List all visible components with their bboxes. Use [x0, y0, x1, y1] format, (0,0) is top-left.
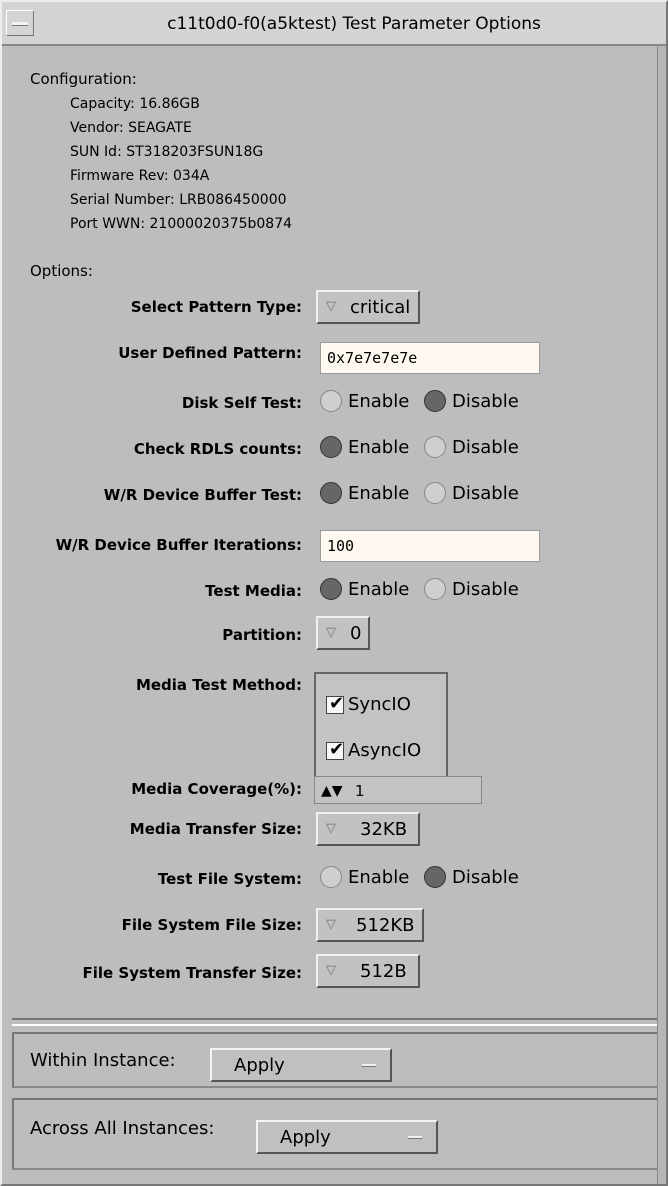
user-defined-pattern-label: User Defined Pattern: [118, 344, 302, 362]
wr-device-buffer-test-disable-radio[interactable] [424, 482, 446, 504]
configuration-heading: Configuration: [30, 70, 137, 88]
file-system-file-size-label: File System File Size: [121, 916, 302, 934]
media-test-method-group: ✔ SyncIO ✔ AsyncIO [314, 672, 448, 790]
capacity-text: Capacity: 16.86GB [70, 96, 200, 112]
vertical-scrollbar[interactable] [657, 46, 666, 1184]
test-parameter-options-window: c11t0d0-f0(a5ktest) Test Parameter Optio… [0, 0, 668, 1186]
serial-number-text: Serial Number: LRB086450000 [70, 192, 287, 208]
test-file-system-enable-label: Enable [348, 866, 410, 888]
file-system-transfer-size-menu[interactable]: ▽ 512B [316, 954, 420, 988]
vendor-text: Vendor: SEAGATE [70, 120, 192, 136]
across-all-instances-apply-label: Apply [280, 1126, 331, 1148]
option-menu-icon [408, 1135, 422, 1139]
window-title: c11t0d0-f0(a5ktest) Test Parameter Optio… [167, 14, 541, 34]
user-defined-pattern-input[interactable]: 0x7e7e7e7e [320, 342, 540, 374]
media-coverage-spinbox[interactable]: ▲▼ 1 [314, 776, 482, 804]
media-transfer-size-label: Media Transfer Size: [129, 820, 302, 838]
test-file-system-disable-label: Disable [452, 866, 519, 888]
disk-self-test-enable-option[interactable]: Enable [320, 390, 409, 412]
wr-device-buffer-test-disable-label: Disable [452, 482, 519, 504]
asyncio-checkbox[interactable]: ✔ [326, 738, 345, 760]
check-rdls-counts-disable-radio[interactable] [424, 436, 446, 458]
within-instance-apply-button[interactable]: Apply [210, 1048, 392, 1082]
check-rdls-counts-enable-radio[interactable] [320, 436, 342, 458]
test-media-enable-radio[interactable] [320, 578, 342, 600]
disk-self-test-label: Disk Self Test: [181, 394, 302, 412]
test-media-disable-radio[interactable] [424, 578, 446, 600]
dropdown-arrow-icon: ▽ [326, 821, 336, 836]
partition-value: 0 [350, 622, 362, 644]
check-rdls-counts-disable-label: Disable [452, 436, 519, 458]
options-heading: Options: [30, 262, 93, 280]
select-pattern-type-label: Select Pattern Type: [130, 298, 302, 316]
check-rdls-counts-enable-label: Enable [348, 436, 410, 458]
across-all-instances-apply-button[interactable]: Apply [256, 1120, 438, 1154]
disk-self-test-disable-option[interactable]: Disable [424, 390, 519, 412]
disk-self-test-enable-label: Enable [348, 390, 410, 412]
test-file-system-enable-radio[interactable] [320, 866, 342, 888]
wr-device-buffer-test-label: W/R Device Buffer Test: [103, 486, 302, 504]
wr-device-buffer-test-enable-radio[interactable] [320, 482, 342, 504]
test-file-system-label: Test File System: [157, 870, 302, 888]
media-transfer-size-menu[interactable]: ▽ 32KB [316, 812, 420, 846]
wr-device-buffer-iterations-input[interactable]: 100 [320, 530, 540, 562]
wr-device-buffer-test-enable-option[interactable]: Enable [320, 482, 409, 504]
option-menu-icon [362, 1063, 376, 1067]
media-coverage-label: Media Coverage(%): [131, 780, 302, 798]
disk-self-test-enable-radio[interactable] [320, 390, 342, 412]
test-media-label: Test Media: [205, 582, 302, 600]
within-instance-panel: Within Instance: Apply [12, 1032, 660, 1088]
section-divider [12, 1018, 660, 1026]
file-system-transfer-size-label: File System Transfer Size: [82, 964, 302, 982]
file-system-file-size-menu[interactable]: ▽ 512KB [316, 908, 424, 942]
partition-menu[interactable]: ▽ 0 [316, 616, 370, 650]
disk-self-test-disable-radio[interactable] [424, 390, 446, 412]
within-instance-label: Within Instance: [30, 1050, 176, 1071]
test-file-system-disable-option[interactable]: Disable [424, 866, 519, 888]
file-system-file-size-value: 512KB [356, 914, 415, 936]
wr-device-buffer-test-enable-label: Enable [348, 482, 410, 504]
within-instance-apply-label: Apply [234, 1054, 285, 1076]
dropdown-arrow-icon: ▽ [326, 917, 336, 932]
options-content: Configuration: Capacity: 16.86GB Vendor:… [10, 54, 658, 814]
wr-device-buffer-iterations-label: W/R Device Buffer Iterations: [55, 536, 302, 554]
dropdown-arrow-icon: ▽ [326, 963, 336, 978]
dropdown-arrow-icon: ▽ [326, 625, 336, 640]
dropdown-arrow-icon: ▽ [326, 299, 336, 314]
syncio-checkbox-item[interactable]: ✔ SyncIO [326, 692, 411, 715]
wr-device-buffer-test-disable-option[interactable]: Disable [424, 482, 519, 504]
test-media-disable-option[interactable]: Disable [424, 578, 519, 600]
disk-self-test-disable-label: Disable [452, 390, 519, 412]
window-titlebar[interactable]: c11t0d0-f0(a5ktest) Test Parameter Optio… [2, 2, 666, 46]
partition-label: Partition: [222, 626, 302, 644]
check-icon: ✔ [329, 738, 345, 760]
media-transfer-size-value: 32KB [360, 818, 408, 840]
media-test-method-label: Media Test Method: [135, 676, 302, 694]
check-rdls-counts-enable-option[interactable]: Enable [320, 436, 409, 458]
select-pattern-type-menu[interactable]: ▽ critical [316, 290, 420, 324]
test-media-enable-label: Enable [348, 578, 410, 600]
sun-id-text: SUN Id: ST318203FSUN18G [70, 144, 264, 160]
check-rdls-counts-label: Check RDLS counts: [133, 440, 302, 458]
across-all-instances-label: Across All Instances: [30, 1118, 215, 1139]
test-file-system-disable-radio[interactable] [424, 866, 446, 888]
check-icon: ✔ [329, 692, 345, 714]
asyncio-label: AsyncIO [348, 740, 422, 761]
check-rdls-counts-disable-option[interactable]: Disable [424, 436, 519, 458]
syncio-label: SyncIO [348, 694, 411, 715]
across-all-instances-panel: Across All Instances: Apply [12, 1098, 660, 1170]
file-system-transfer-size-value: 512B [360, 960, 407, 982]
select-pattern-type-value: critical [350, 296, 411, 318]
test-media-disable-label: Disable [452, 578, 519, 600]
media-coverage-value[interactable]: 1 [355, 777, 365, 805]
spin-arrows-icon[interactable]: ▲▼ [321, 777, 343, 805]
test-media-enable-option[interactable]: Enable [320, 578, 409, 600]
test-file-system-enable-option[interactable]: Enable [320, 866, 409, 888]
window-menu-icon[interactable] [6, 10, 34, 36]
firmware-rev-text: Firmware Rev: 034A [70, 168, 210, 184]
asyncio-checkbox-item[interactable]: ✔ AsyncIO [326, 738, 422, 761]
syncio-checkbox[interactable]: ✔ [326, 692, 345, 714]
port-wwn-text: Port WWN: 21000020375b0874 [70, 216, 293, 232]
